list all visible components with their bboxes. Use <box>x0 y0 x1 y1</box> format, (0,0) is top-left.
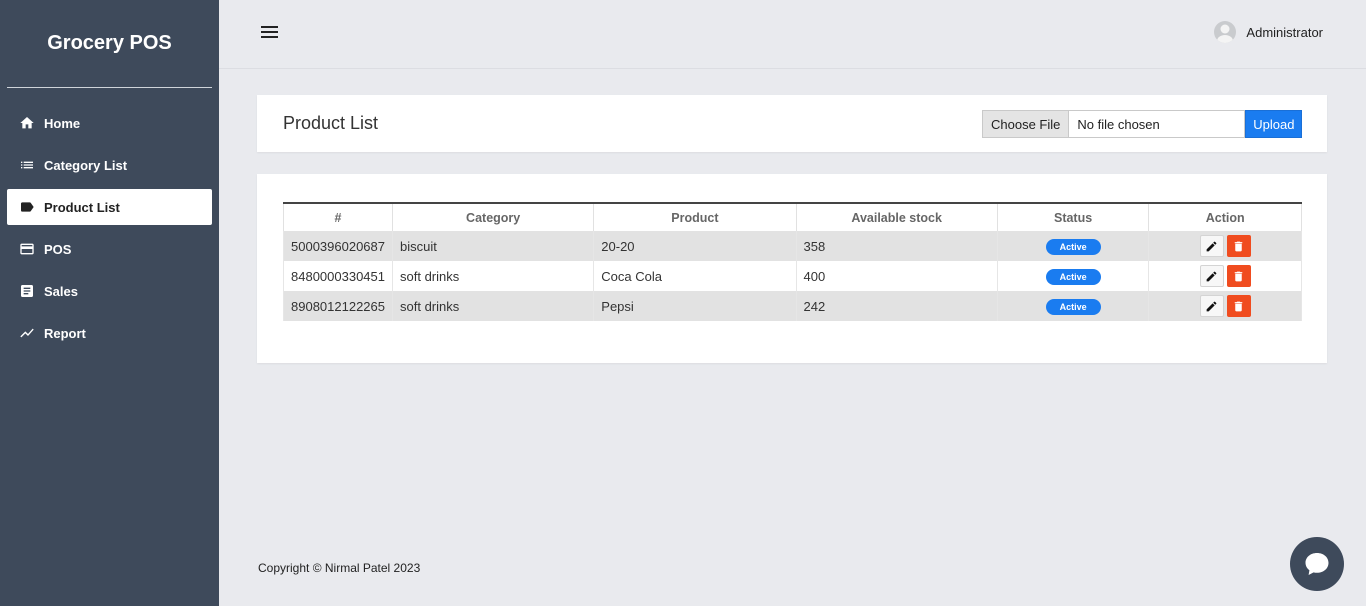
edit-button[interactable] <box>1199 235 1224 257</box>
sidebar-item-product-list[interactable]: Product List <box>7 189 212 225</box>
status-badge: Active <box>1045 238 1101 255</box>
cell-stock: 400 <box>795 261 998 291</box>
cell-product: 20-20 <box>593 231 797 261</box>
column-header-category[interactable]: Category <box>391 203 595 231</box>
sidebar-item-label: Category List <box>44 157 128 173</box>
avatar <box>1214 21 1237 43</box>
sidebar-item-sales[interactable]: Sales <box>7 273 212 309</box>
cell-product: Pepsi <box>593 291 797 321</box>
edit-button[interactable] <box>1199 265 1224 287</box>
sidebar-item-label: POS <box>44 241 72 257</box>
sidebar-item-label: Home <box>44 115 81 131</box>
cell-id: 8480000330451 <box>283 261 393 291</box>
delete-button[interactable] <box>1226 235 1251 257</box>
sidebar-nav: Home Category List Product List POS Sale… <box>0 105 219 351</box>
sidebar-item-label: Report <box>44 325 86 341</box>
receipt-icon <box>19 283 35 299</box>
upload-button[interactable]: Upload <box>1245 110 1303 138</box>
product-list-header-card: Product List Choose File No file chosen … <box>257 95 1327 152</box>
cell-id: 5000396020687 <box>283 231 393 261</box>
trash-icon <box>1234 241 1243 251</box>
delete-button[interactable] <box>1226 265 1251 287</box>
pencil-icon <box>1206 271 1217 281</box>
delete-button[interactable] <box>1226 295 1251 317</box>
table-row: 8908012122265 soft drinks Pepsi 242 Acti… <box>283 291 1302 321</box>
file-name-display: No file chosen <box>1069 110 1246 138</box>
status-badge: Active <box>1045 268 1101 285</box>
list-icon <box>19 157 35 173</box>
product-table-card: # Category Product Available stock Statu… <box>257 174 1327 363</box>
cell-action <box>1148 231 1302 261</box>
footer-copyright: Copyright © Nirmal Patel 2023 <box>258 561 421 575</box>
chat-button[interactable] <box>1290 537 1344 591</box>
cell-action <box>1148 261 1302 291</box>
column-header-stock[interactable]: Available stock <box>795 203 998 231</box>
cell-action <box>1148 291 1302 321</box>
chat-bubble-icon <box>1305 553 1329 575</box>
pencil-icon <box>1206 241 1217 251</box>
product-table: # Category Product Available stock Statu… <box>283 202 1302 321</box>
cell-stock: 242 <box>795 291 998 321</box>
trash-icon <box>1234 301 1243 311</box>
cell-status: Active <box>996 261 1150 291</box>
trash-icon <box>1234 271 1243 281</box>
edit-button[interactable] <box>1199 295 1224 317</box>
sidebar-item-report[interactable]: Report <box>7 315 212 351</box>
sidebar-item-label: Product List <box>44 199 120 215</box>
status-badge: Active <box>1045 298 1101 315</box>
table-row: 8480000330451 soft drinks Coca Cola 400 … <box>283 261 1302 291</box>
topbar: Administrator <box>219 0 1366 69</box>
user-name: Administrator <box>1246 24 1323 40</box>
choose-file-button[interactable]: Choose File <box>982 110 1070 138</box>
hamburger-icon[interactable] <box>259 22 281 42</box>
sidebar: Grocery POS Home Category List Product L… <box>0 0 219 606</box>
sidebar-item-category-list[interactable]: Category List <box>7 147 212 183</box>
file-upload-group: Choose File No file chosen Upload <box>982 110 1303 138</box>
cell-category: soft drinks <box>391 291 595 321</box>
sidebar-item-pos[interactable]: POS <box>7 231 212 267</box>
cell-status: Active <box>996 231 1150 261</box>
column-header-product[interactable]: Product <box>593 203 797 231</box>
brand-title: Grocery POS <box>7 0 212 88</box>
tag-icon <box>19 199 35 215</box>
column-header-status[interactable]: Status <box>996 203 1150 231</box>
column-header-id[interactable]: # <box>283 203 393 231</box>
cell-category: biscuit <box>391 231 595 261</box>
cell-id: 8908012122265 <box>283 291 393 321</box>
pencil-icon <box>1206 301 1217 311</box>
page-title: Product List <box>283 113 379 133</box>
cell-status: Active <box>996 291 1150 321</box>
column-header-action: Action <box>1148 203 1302 231</box>
table-header-row: # Category Product Available stock Statu… <box>283 203 1302 231</box>
sidebar-item-home[interactable]: Home <box>7 105 212 141</box>
cell-product: Coca Cola <box>593 261 797 291</box>
trending-icon <box>19 325 35 341</box>
table-row: 5000396020687 biscuit 20-20 358 Active <box>283 231 1302 261</box>
user-menu[interactable]: Administrator <box>1214 21 1323 43</box>
sidebar-item-label: Sales <box>44 283 78 299</box>
home-icon <box>19 115 35 131</box>
cell-category: soft drinks <box>391 261 595 291</box>
card-icon <box>19 241 35 257</box>
cell-stock: 358 <box>795 231 998 261</box>
